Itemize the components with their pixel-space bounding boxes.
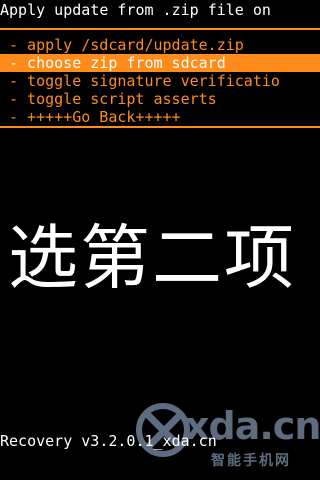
menu-item-choose-zip-from-sdcard[interactable]: - choose zip from sdcard xyxy=(0,54,320,72)
watermark-subtitle: 智能手机网 xyxy=(211,453,291,469)
bottom-divider xyxy=(0,126,320,128)
menu-item-toggle-script-asserts[interactable]: - toggle script asserts xyxy=(0,90,320,108)
recovery-version: Recovery v3.2.0.1_xda.cn xyxy=(0,432,217,450)
recovery-screen: Apply update from .zip file on - apply /… xyxy=(0,0,320,480)
screen-title: Apply update from .zip file on xyxy=(0,1,271,19)
menu-item-toggle-signature-verification[interactable]: - toggle signature verificatio xyxy=(0,72,320,90)
top-divider xyxy=(0,28,320,30)
instruction-caption: 选第二项 xyxy=(8,217,296,299)
menu-item-apply-update-zip[interactable]: - apply /sdcard/update.zip xyxy=(0,36,320,54)
menu-item-go-back[interactable]: - +++++Go Back+++++ xyxy=(0,108,320,126)
recovery-menu: - apply /sdcard/update.zip - choose zip … xyxy=(0,36,320,126)
